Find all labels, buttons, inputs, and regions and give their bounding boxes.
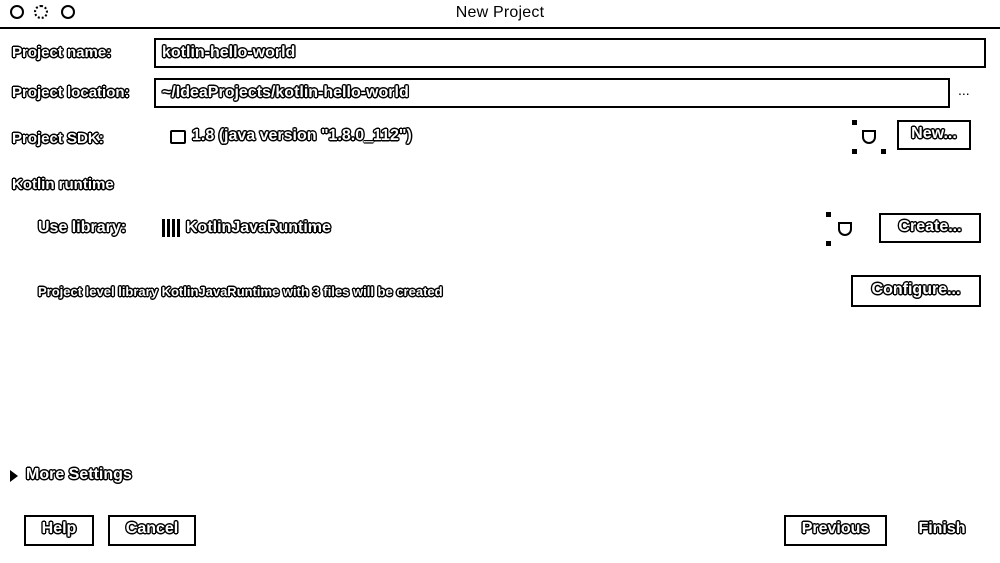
- more-settings-label: More Settings: [26, 466, 132, 483]
- configure-button-label: Configure...: [871, 281, 961, 298]
- kotlin-runtime-heading: Kotlin runtime: [12, 176, 114, 193]
- title-bar: New Project: [0, 0, 1000, 29]
- help-button[interactable]: Help: [24, 515, 94, 546]
- folder-icon: [170, 130, 186, 144]
- library-combo-arrow[interactable]: [826, 212, 860, 246]
- create-library-button[interactable]: Create...: [879, 213, 981, 243]
- project-location-label: Project location:: [12, 84, 130, 101]
- new-sdk-button-label: New...: [911, 125, 957, 142]
- chevron-down-icon: [838, 222, 852, 236]
- project-location-field[interactable]: ~/IdeaProjects/kotlin-hello-world: [154, 78, 950, 108]
- browse-button[interactable]: ...: [958, 82, 970, 98]
- project-name-field[interactable]: kotlin-hello-world: [154, 38, 986, 68]
- more-settings-toggle[interactable]: More Settings: [10, 466, 140, 486]
- cancel-button-label: Cancel: [125, 520, 179, 537]
- project-sdk-value[interactable]: 1.8 (java version "1.8.0_112"): [192, 127, 412, 145]
- window-title: New Project: [455, 4, 545, 21]
- new-sdk-button[interactable]: New...: [897, 120, 971, 150]
- disclosure-triangle-icon: [10, 470, 18, 482]
- project-sdk-label: Project SDK:: [12, 130, 104, 147]
- use-library-value[interactable]: KotlinJavaRuntime: [186, 219, 331, 237]
- use-library-label: Use library:: [38, 219, 127, 236]
- finish-button[interactable]: Finish: [904, 515, 980, 546]
- sdk-combo-arrow[interactable]: [852, 120, 886, 154]
- finish-button-label: Finish: [918, 520, 966, 537]
- previous-button-label: Previous: [801, 520, 870, 537]
- project-location-value: ~/IdeaProjects/kotlin-hello-world: [162, 84, 409, 101]
- help-button-label: Help: [41, 520, 77, 537]
- create-library-button-label: Create...: [898, 218, 962, 235]
- chevron-down-icon: [862, 130, 876, 144]
- project-name-value: kotlin-hello-world: [162, 44, 296, 61]
- configure-button[interactable]: Configure...: [851, 275, 981, 307]
- project-name-label: Project name:: [12, 44, 112, 61]
- library-note: Project level library KotlinJavaRuntime …: [38, 284, 443, 299]
- library-icon: [162, 219, 180, 237]
- previous-button[interactable]: Previous: [784, 515, 887, 546]
- cancel-button[interactable]: Cancel: [108, 515, 196, 546]
